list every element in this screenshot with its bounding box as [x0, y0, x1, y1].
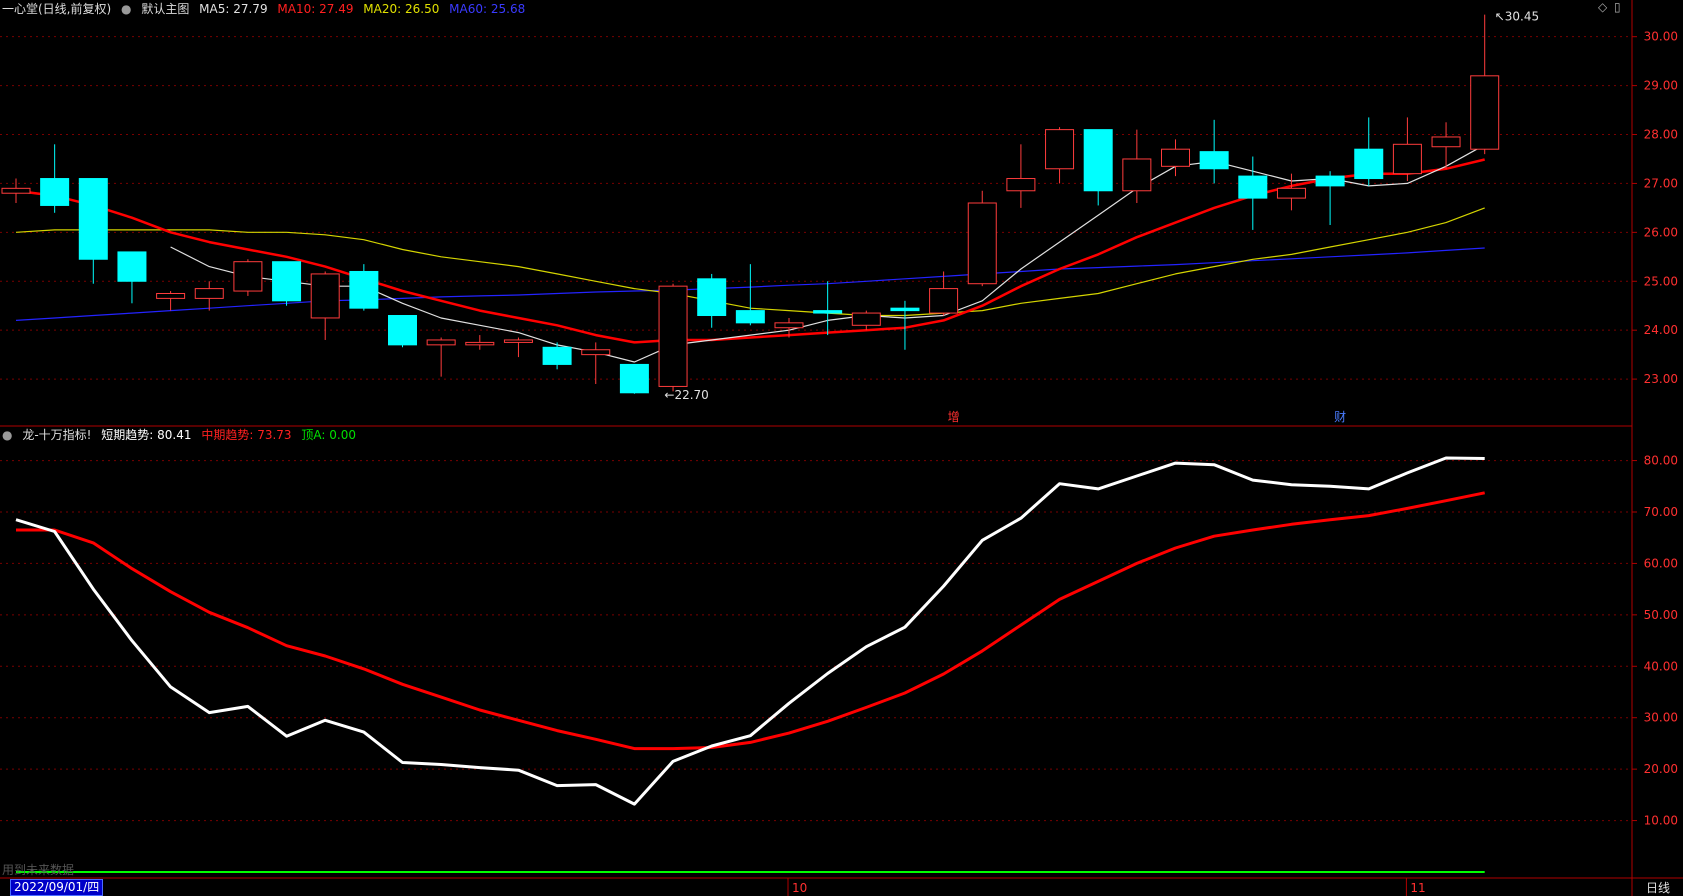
- price-tick-label: 27.00: [1644, 176, 1678, 190]
- price-tick-label: 25.00: [1644, 274, 1678, 288]
- price-tick-label: 29.00: [1644, 79, 1678, 93]
- candle-body: [1470, 75, 1500, 150]
- candle-body: [658, 285, 688, 387]
- price-tick-label: 24.00: [1644, 323, 1678, 337]
- candle-body: [78, 178, 108, 260]
- main-chart-title: 一心堂(日线,前复权): [2, 2, 112, 16]
- candle-body: [426, 339, 456, 346]
- event-marker-cai: 财: [1334, 410, 1346, 424]
- candle-body: [1045, 129, 1075, 170]
- candle-body: [465, 341, 495, 346]
- candle-body: [40, 178, 70, 206]
- candle-body: [1392, 143, 1422, 175]
- main-chart-legend: 一心堂(日线,前复权) ● 默认主图 MA5: 27.79 MA10: 27.4…: [2, 0, 531, 17]
- mid-trend-legend: 中期趋势: 73.73: [201, 428, 292, 442]
- candle-body: [1276, 187, 1306, 199]
- period-label: 日线: [1646, 881, 1670, 895]
- window-toggle-icon[interactable]: ▯: [1614, 0, 1621, 14]
- candle-body: [156, 292, 186, 299]
- price-tick-label: 28.00: [1644, 128, 1678, 142]
- price-tick-label: 26.00: [1644, 225, 1678, 239]
- candle-body: [1199, 151, 1229, 170]
- sub-chart-legend: ● 龙-十万指标! 短期趋势: 80.41 中期趋势: 73.73 顶A: 0.…: [2, 426, 362, 443]
- main-chart-theme[interactable]: 默认主图: [141, 2, 189, 16]
- indicator-tick-label: 50.00: [1644, 608, 1678, 622]
- indicator-tick-label: 10.00: [1644, 814, 1678, 828]
- candle-body: [310, 273, 340, 319]
- ma10-legend: MA10: 27.49: [277, 2, 354, 16]
- theme-icon[interactable]: ●: [121, 2, 131, 16]
- future-data-hint: 用到未来数据: [2, 862, 74, 877]
- candle-body: [890, 307, 920, 312]
- indicator-tick-label: 30.00: [1644, 711, 1678, 725]
- short-trend-legend: 短期趋势: 80.41: [101, 428, 192, 442]
- indicator-tick-label: 40.00: [1644, 659, 1678, 673]
- candle-body: [1, 187, 31, 194]
- candle-body: [813, 310, 843, 314]
- candle-body: [967, 202, 997, 285]
- sub-chart-title: 龙-十万指标!: [22, 428, 92, 442]
- candle-body: [1354, 148, 1384, 180]
- candle-body: [1431, 136, 1461, 148]
- candle-body: [503, 339, 533, 343]
- short-trend-line: [15, 456, 1485, 806]
- candle-body: [1161, 148, 1190, 167]
- candle-body: [1006, 178, 1036, 192]
- candle-body: [194, 288, 224, 299]
- top-a-legend: 顶A: 0.00: [301, 428, 356, 442]
- candle-body: [1315, 175, 1345, 187]
- candle-body: [697, 278, 727, 317]
- candle-body: [542, 346, 572, 365]
- ma60-legend: MA60: 25.68: [449, 2, 526, 16]
- candle-body: [1083, 129, 1113, 192]
- candle-body: [929, 288, 959, 314]
- stock-chart[interactable]: 23.00 24.00 25.00 26.00 27.00 28.00 29.00 30.00…: [0, 0, 1683, 896]
- price-tick-label: 30.00: [1644, 30, 1678, 44]
- mid-trend-line: [16, 491, 1486, 751]
- diamond-icon[interactable]: ◇: [1598, 0, 1607, 14]
- candle-body: [774, 322, 804, 329]
- candle-body: [349, 270, 379, 309]
- indicator-tick-label: 70.00: [1644, 505, 1678, 519]
- ma5-legend: MA5: 27.79: [199, 2, 268, 16]
- event-marker-zeng: 增: [948, 410, 960, 424]
- candle-body: [1238, 175, 1268, 199]
- month-label-nov: 11: [1410, 881, 1425, 895]
- month-label-oct: 10: [792, 881, 807, 895]
- indicator-tick-label: 60.00: [1644, 556, 1678, 570]
- high-price-marker: ↖30.45: [1495, 10, 1539, 24]
- candle-body: [581, 349, 611, 356]
- indicator-settings-icon[interactable]: ●: [2, 428, 12, 442]
- candle-body: [619, 363, 649, 394]
- candle-body: [388, 315, 417, 346]
- low-price-marker: ←22.70: [664, 388, 708, 402]
- ma20-legend: MA20: 26.50: [363, 2, 440, 16]
- cursor-date-label: 2022/09/01/四: [10, 879, 104, 896]
- candle-body: [735, 310, 765, 324]
- price-tick-label: 23.00: [1644, 372, 1678, 386]
- candle-body: [117, 251, 147, 282]
- candle-body: [851, 312, 881, 326]
- candle-body: [1122, 158, 1152, 192]
- candle-body: [272, 261, 302, 302]
- indicator-tick-label: 20.00: [1644, 762, 1678, 776]
- indicator-tick-label: 80.00: [1644, 454, 1678, 468]
- candle-body: [233, 261, 263, 292]
